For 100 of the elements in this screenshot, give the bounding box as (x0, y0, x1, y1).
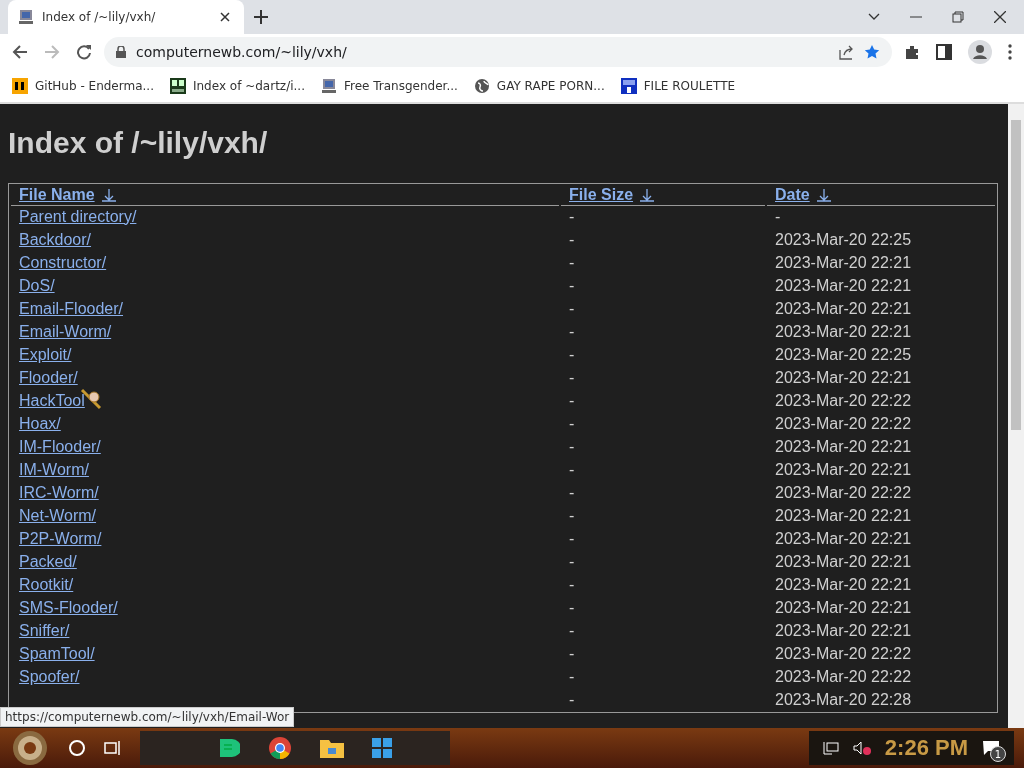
task-view-icon[interactable] (104, 740, 122, 756)
file-size: - (569, 276, 575, 294)
modified-date: 2023-Mar-20 22:21 (775, 437, 912, 455)
file-size: - (569, 621, 575, 639)
directory-link[interactable]: Net-Worm/ (19, 506, 97, 524)
sort-icon (100, 188, 117, 202)
file-size: - (569, 644, 575, 662)
directory-link[interactable]: Spoofer/ (19, 667, 80, 685)
file-size: - (569, 506, 575, 524)
file-size: - (569, 207, 575, 225)
sort-icon (639, 188, 656, 202)
directory-link[interactable]: SMS-Flooder/ (19, 598, 118, 616)
directory-link[interactable]: Rootkit/ (19, 575, 74, 593)
restore-icon (952, 11, 964, 23)
modified-date: 2023-Mar-20 22:22 (775, 414, 912, 432)
file-size: - (569, 437, 575, 455)
star-icon[interactable] (864, 44, 880, 60)
file-size: - (569, 253, 575, 271)
directory-link[interactable]: IM-Worm/ (19, 460, 89, 478)
modified-date: 2023-Mar-20 22:21 (775, 322, 912, 340)
modified-date: 2023-Mar-20 22:21 (775, 276, 912, 294)
chrome-icon[interactable] (268, 736, 292, 760)
modified-date: 2023-Mar-20 22:21 (775, 368, 912, 386)
file-size: - (569, 552, 575, 570)
modified-date: 2023-Mar-20 22:22 (775, 644, 912, 662)
directory-link[interactable]: IRC-Worm/ (19, 483, 99, 501)
bookmark[interactable]: Index of ~dartz/i... (169, 78, 305, 94)
scrollbar[interactable] (1008, 104, 1024, 728)
start-button[interactable] (10, 730, 50, 766)
file-size: - (569, 598, 575, 616)
bookmark[interactable]: Free Transgender... (320, 78, 458, 94)
directory-link[interactable]: Parent directory/ (19, 207, 137, 225)
plus-icon (254, 10, 268, 24)
directory-link[interactable]: Hoax/ (19, 414, 61, 432)
file-size: - (569, 345, 575, 363)
column-header-link[interactable]: Date (775, 186, 832, 204)
directory-link[interactable]: Flooder/ (19, 368, 78, 386)
file-size: - (569, 391, 575, 409)
modified-date: 2023-Mar-20 22:25 (775, 230, 912, 248)
close-icon (994, 11, 1006, 23)
clock[interactable]: 2:26 PM (884, 735, 968, 761)
grid-icon (169, 78, 186, 94)
side-panel-icon (936, 44, 952, 60)
file-size: - (569, 322, 575, 340)
modified-date: 2023-Mar-20 22:22 (775, 391, 912, 409)
file-size: - (569, 483, 575, 501)
bookmark[interactable]: FILE ROULETTE (620, 78, 736, 94)
share-icon[interactable] (838, 44, 854, 60)
chevron-down-icon (868, 13, 880, 21)
chat-app-icon[interactable] (218, 737, 240, 759)
browser-tab[interactable]: Index of /~lily/vxh/ (8, 0, 244, 34)
menu-icon (1008, 44, 1012, 60)
directory-link[interactable]: Sniffer/ (19, 621, 70, 639)
directory-link[interactable]: Packed/ (19, 552, 77, 570)
modified-date: 2023-Mar-20 22:21 (775, 575, 912, 593)
directory-link[interactable]: HackTool (19, 391, 85, 409)
directory-link[interactable]: Exploit/ (19, 345, 72, 363)
file-size: - (569, 575, 575, 593)
reload-icon (76, 44, 92, 60)
modified-date: 2023-Mar-20 22:21 (775, 460, 912, 478)
bookmark[interactable]: GAY RAPE PORN... (473, 78, 605, 94)
url-text: computernewb.com/~lily/vxh/ (136, 44, 348, 60)
file-size: - (569, 368, 575, 386)
column-header-link[interactable]: File Size (569, 186, 656, 204)
address-bar[interactable]: computernewb.com/~lily/vxh/ (104, 37, 892, 67)
directory-link[interactable]: Backdoor/ (19, 230, 92, 248)
puzzle-icon (904, 44, 920, 60)
close-icon (220, 12, 230, 22)
directory-link[interactable]: IM-Flooder/ (19, 437, 101, 455)
directory-link[interactable]: DoS/ (19, 276, 55, 294)
notification-count: 1 (990, 746, 1006, 762)
page-heading: Index of /~lily/vxh/ (8, 126, 269, 160)
file-size: - (569, 690, 575, 708)
bookmark[interactable]: GitHub - Enderma... (12, 78, 154, 94)
file-size: - (569, 460, 575, 478)
status-url: https://computernewb.com/~lily/vxh/Email-Wor (0, 707, 295, 727)
minimize-icon (910, 16, 922, 18)
file-size: - (569, 414, 575, 432)
avatar-icon (968, 40, 992, 64)
globe-icon (473, 78, 490, 94)
modified-date: 2023-Mar-20 22:21 (775, 552, 912, 570)
sort-icon (815, 188, 832, 202)
directory-link[interactable]: Email-Worm/ (19, 322, 112, 340)
file-size: - (569, 299, 575, 317)
computer-icon (18, 9, 34, 25)
file-size: - (569, 529, 575, 547)
directory-link[interactable]: Email-Flooder/ (19, 299, 124, 317)
muted-speaker-icon[interactable] (852, 741, 871, 755)
modified-date: 2023-Mar-20 22:21 (775, 506, 912, 524)
back-arrow-icon (12, 44, 28, 60)
directory-link[interactable]: Constructor/ (19, 253, 107, 271)
folder-icon[interactable] (320, 738, 344, 758)
search-icon[interactable] (68, 739, 86, 757)
modified-date: 2023-Mar-20 22:21 (775, 529, 912, 547)
modified-date: 2023-Mar-20 22:21 (775, 253, 912, 271)
directory-link[interactable]: P2P-Worm/ (19, 529, 102, 547)
network-icon[interactable] (822, 741, 839, 755)
directory-link[interactable]: SpamTool/ (19, 644, 95, 662)
forward-arrow-icon (44, 44, 60, 60)
column-header-link[interactable]: File Name (19, 186, 117, 204)
